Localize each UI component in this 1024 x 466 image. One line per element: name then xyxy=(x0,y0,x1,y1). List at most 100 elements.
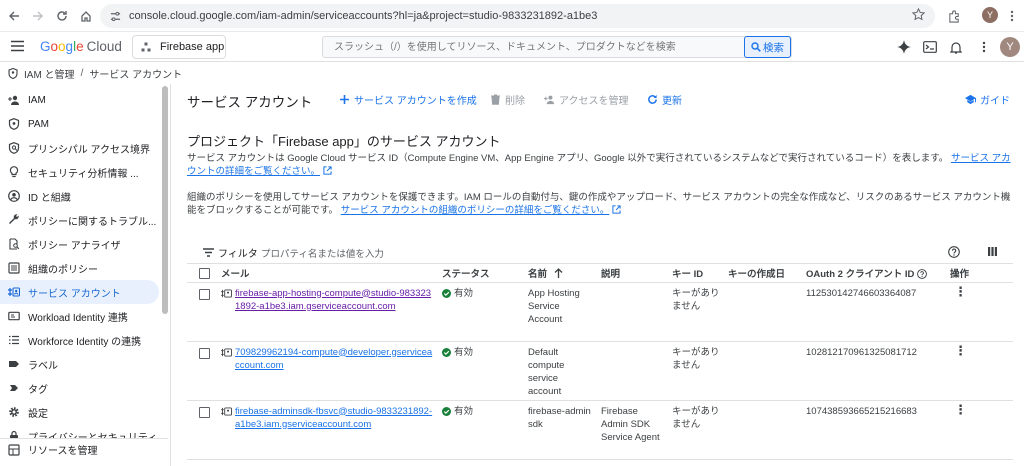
status-text: 有効 xyxy=(454,405,474,417)
search-button-label: 検索 xyxy=(763,41,784,54)
sidebar-item-organization-policies[interactable]: 組織のポリシー xyxy=(0,256,159,280)
row-checkbox[interactable] xyxy=(199,347,210,359)
manage-resources-link[interactable]: リソースを管理 xyxy=(0,438,168,460)
service-account-email-link[interactable]: 709829962194-compute@developer.gservicea… xyxy=(235,346,434,372)
sidebar-scrollbar[interactable] xyxy=(162,86,168,314)
reload-icon[interactable] xyxy=(52,6,72,26)
help-icon[interactable] xyxy=(948,246,960,258)
site-info-icon[interactable] xyxy=(110,11,121,22)
sidebar-item-principal-access-boundary[interactable]: プリンシパル アクセス境界 xyxy=(0,136,159,160)
gemini-sparkle-icon[interactable] xyxy=(896,39,912,55)
browser-toolbar: console.cloud.google.com/iam-admin/servi… xyxy=(0,0,1024,32)
sidebar-item-workforce-identity[interactable]: Workforce Identity の連携 xyxy=(0,328,159,352)
sidebar-item-service-accounts[interactable]: サービス アカウント xyxy=(0,280,159,304)
service-account-email-link[interactable]: firebase-app-hosting-compute@studio-9833… xyxy=(235,287,434,313)
hamburger-menu-icon[interactable] xyxy=(11,40,24,52)
status-text: 有効 xyxy=(454,346,474,358)
filter-bar[interactable]: フィルタ プロパティ名または値を入力 xyxy=(187,240,1013,264)
refresh-icon xyxy=(647,94,658,105)
column-header-key-created[interactable]: キーの作成日 xyxy=(724,265,802,283)
row-actions-menu-icon[interactable]: ⋮ xyxy=(950,403,1009,416)
sidebar-item-settings[interactable]: 設定 xyxy=(0,400,159,424)
page-title: サービス アカウント xyxy=(187,95,313,110)
column-header-status[interactable]: ステータス xyxy=(438,265,524,283)
service-account-email-link[interactable]: firebase-adminsdk-fbsvc@studio-983323189… xyxy=(235,405,434,431)
wrench-icon xyxy=(8,214,20,226)
sidebar-item-policy-troubleshooter[interactable]: ポリシーに関するトラブル... xyxy=(0,208,159,232)
column-header-description[interactable]: 説明 xyxy=(597,265,668,283)
search-button[interactable]: 検索 xyxy=(744,36,791,58)
sidebar-item-label: ポリシーに関するトラブル... xyxy=(28,216,157,228)
extensions-icon[interactable] xyxy=(944,6,964,26)
org-policy-learn-more-link[interactable]: サービス アカウントの組織のポリシーの詳細をご覧ください。 xyxy=(341,205,610,216)
search-input[interactable] xyxy=(323,37,746,57)
filter-button[interactable]: フィルタ xyxy=(203,245,258,260)
create-service-account-button[interactable]: サービス アカウントを作成 xyxy=(339,92,477,107)
gear-icon xyxy=(8,406,20,418)
bookmark-star-icon[interactable] xyxy=(912,8,925,21)
url-text: console.cloud.google.com/iam-admin/servi… xyxy=(129,10,598,22)
project-picker[interactable]: Firebase app xyxy=(132,35,226,59)
row-actions-menu-icon[interactable]: ⋮ xyxy=(950,344,1009,357)
sidebar-item-label: サービス アカウント xyxy=(28,288,121,300)
oauth-client-id-cell: 102812170961325081712 xyxy=(802,341,946,401)
refresh-button[interactable]: 更新 xyxy=(647,92,682,107)
column-header-email[interactable]: メール xyxy=(217,265,438,283)
sidebar-item-tags[interactable]: タグ xyxy=(0,376,159,400)
sidebar-item-label: 設定 xyxy=(28,408,48,420)
cloud-shell-icon[interactable] xyxy=(922,39,938,55)
row-checkbox[interactable] xyxy=(199,406,210,418)
column-header-name-label: 名前 xyxy=(528,269,548,281)
sidebar-item-policy-analyzer[interactable]: ポリシー アナライザ xyxy=(0,232,159,256)
filter-label: フィルタ xyxy=(218,249,258,260)
row-actions-menu-icon[interactable]: ⋮ xyxy=(950,285,1009,298)
sidebar-item-pam[interactable]: PAM xyxy=(0,112,159,136)
browser-menu-icon[interactable] xyxy=(1002,6,1022,26)
user-avatar[interactable]: Y xyxy=(1000,37,1020,57)
breadcrumb-section[interactable]: IAM と管理 xyxy=(24,66,75,81)
project-name: Firebase app xyxy=(160,41,225,53)
sidebar-item-security-insights[interactable]: セキュリティ分析情報 ... xyxy=(0,160,159,184)
guide-button[interactable]: ガイド xyxy=(965,92,1010,107)
row-checkbox[interactable] xyxy=(199,288,210,300)
filter-input-placeholder[interactable]: プロパティ名または値を入力 xyxy=(261,246,384,260)
column-header-actions: 操作 xyxy=(946,265,1013,283)
sidebar-item-iam[interactable]: IAM xyxy=(0,88,159,112)
sidebar-item-workload-identity[interactable]: Workload Identity 連携 xyxy=(0,304,159,328)
column-header-oauth[interactable]: OAuth 2 クライアント ID xyxy=(802,265,946,283)
key-created-cell xyxy=(724,341,802,401)
key-created-cell xyxy=(724,400,802,460)
column-display-icon[interactable] xyxy=(987,246,998,257)
help-icon[interactable] xyxy=(917,269,927,280)
sidebar-item-label: Workforce Identity の連携 xyxy=(28,336,142,348)
column-header-name[interactable]: 名前 xyxy=(524,265,597,283)
manage-access-button[interactable]: アクセスを管理 xyxy=(544,92,629,107)
shield-icon xyxy=(8,118,20,130)
key-id-cell: キーがありません xyxy=(668,400,724,460)
column-header-key-id[interactable]: キー ID xyxy=(668,265,724,283)
select-all-checkbox[interactable] xyxy=(199,267,210,279)
check-circle-icon xyxy=(442,347,451,357)
forward-icon[interactable] xyxy=(28,6,48,26)
plus-icon xyxy=(339,94,350,105)
check-circle-icon xyxy=(442,406,451,416)
sidebar-item-identity-organization[interactable]: ID と組織 xyxy=(0,184,159,208)
more-options-icon[interactable] xyxy=(976,39,992,55)
breadcrumb-page: サービス アカウント xyxy=(89,69,183,81)
google-cloud-logo[interactable]: Google Cloud xyxy=(40,39,122,54)
delete-button[interactable]: 削除 xyxy=(490,92,525,107)
project-hierarchy-icon xyxy=(141,42,151,52)
notifications-bell-icon[interactable] xyxy=(948,39,964,55)
browser-profile-avatar[interactable]: Y xyxy=(982,7,998,23)
description-cell xyxy=(597,341,668,401)
sidebar-item-privacy-security[interactable]: プライバシーとセキュリティ xyxy=(0,424,159,438)
status-cell: 有効 xyxy=(438,282,524,342)
manage-access-label: アクセスを管理 xyxy=(559,96,629,107)
address-bar[interactable]: console.cloud.google.com/iam-admin/servi… xyxy=(100,4,935,28)
back-icon[interactable] xyxy=(4,6,24,26)
sidebar-item-labels[interactable]: ラベル xyxy=(0,352,159,376)
sidebar-item-label: プライバシーとセキュリティ xyxy=(28,432,158,439)
breadcrumb: IAM と管理 / サービス アカウント xyxy=(0,62,182,84)
home-icon[interactable] xyxy=(76,6,96,26)
actions-cell: ⋮ xyxy=(946,341,1013,401)
